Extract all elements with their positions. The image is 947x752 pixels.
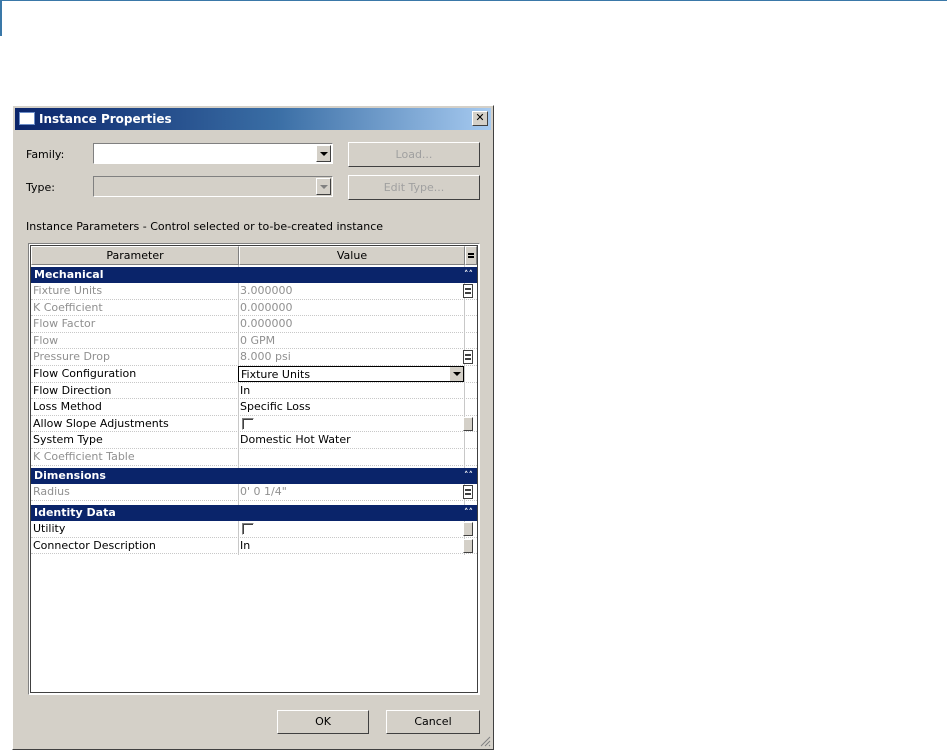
collapse-icon[interactable]: ˄˄ [464,267,473,283]
type-label: Type: [26,181,55,194]
parameter-name: K Coefficient Table [33,450,135,463]
section-header-dimensions[interactable]: Dimensions ˄˄ [31,468,477,484]
parameter-name: Flow [33,333,59,347]
parameter-value: 0 GPM [240,333,276,347]
parameter-name: Connector Description [33,538,156,552]
grid-options-icon[interactable] [465,246,477,265]
parameter-name: Flow Direction [33,383,112,397]
properties-grid: Parameter Value Mechanical ˄˄ Fixture Un… [28,243,480,695]
formula-button-icon[interactable] [463,485,473,499]
close-button[interactable]: ✕ [472,111,488,126]
load-button[interactable]: Load... [348,142,480,167]
section-title: Identity Data [34,506,116,519]
collapse-icon[interactable]: ˄˄ [464,468,473,484]
parameter-column-header[interactable]: Parameter [31,246,239,265]
family-dropdown[interactable] [93,143,333,164]
parameter-name: K Coefficient [33,300,103,314]
page-top-rule [0,0,947,1]
window-icon [19,112,35,125]
section-title: Mechanical [34,268,104,281]
table-row[interactable]: Connector Description In [31,538,477,555]
section-header-mechanical[interactable]: Mechanical ˄˄ [31,267,477,283]
parameter-name: Allow Slope Adjustments [33,416,169,430]
parameter-name: Pressure Drop [33,350,110,364]
resize-grip-icon[interactable] [479,735,491,747]
family-label: Family: [26,148,65,161]
title-bar[interactable]: Instance Properties ✕ [15,108,491,130]
collapse-icon[interactable]: ˄˄ [464,505,473,521]
row-button[interactable] [463,522,473,536]
page-left-rule [0,0,2,36]
chevron-down-icon[interactable] [316,178,331,195]
properties-grid-body: Parameter Value Mechanical ˄˄ Fixture Un… [30,245,478,693]
parameter-value: 0.000000 [240,300,293,314]
table-row[interactable]: System Type Domestic Hot Water [31,432,477,449]
row-button[interactable] [463,538,473,553]
flow-configuration-dropdown[interactable]: Fixture Units [238,366,464,382]
utility-checkbox[interactable] [242,523,254,535]
table-row[interactable]: K Coefficient Table [31,449,477,466]
parameter-value[interactable]: Specific Loss [240,400,310,413]
type-dropdown[interactable] [93,176,333,197]
table-row[interactable]: Fixture Units 3.000000 [31,283,477,300]
parameter-value: 0' 0 1/4" [240,485,287,498]
parameter-value: Fixture Units [241,368,311,381]
parameter-value[interactable]: In [240,384,250,397]
cancel-button[interactable]: Cancel [386,710,480,734]
parameter-name: System Type [33,433,103,447]
parameter-value[interactable]: Domestic Hot Water [240,433,351,446]
row-button[interactable] [463,416,473,431]
instance-parameters-caption: Instance Parameters - Control selected o… [26,220,384,233]
chevron-down-icon[interactable] [316,145,331,162]
table-row[interactable]: Loss Method Specific Loss [31,399,477,416]
parameter-value[interactable]: In [240,539,250,552]
parameter-name: Radius [33,485,70,498]
section-header-identity-data[interactable]: Identity Data ˄˄ [31,505,477,521]
parameter-name: Flow Configuration [33,367,137,380]
parameter-value: 0.000000 [240,317,293,331]
table-row[interactable]: Flow Direction In [31,383,477,400]
edit-type-button[interactable]: Edit Type... [348,175,480,200]
table-row[interactable]: Pressure Drop 8.000 psi [31,349,477,366]
table-row[interactable]: Flow Configuration Fixture Units [31,366,477,383]
parameter-value: 3.000000 [240,284,293,297]
parameter-value: 8.000 psi [240,350,291,364]
equals-icon [468,253,474,258]
value-column-header[interactable]: Value [239,246,465,265]
parameter-name: Fixture Units [33,284,103,297]
parameter-name: Utility [33,522,66,535]
table-row[interactable]: Utility [31,521,477,538]
formula-button-icon[interactable] [463,350,473,365]
table-row[interactable]: Radius 0' 0 1/4" [31,484,477,501]
table-row[interactable]: Allow Slope Adjustments [31,416,477,433]
window-title: Instance Properties [39,112,172,126]
instance-properties-dialog: Instance Properties ✕ Family: Load... Ty… [12,105,494,750]
formula-button-icon[interactable] [463,284,473,298]
table-row[interactable]: Flow 0 GPM [31,333,477,350]
parameter-name: Flow Factor [33,317,96,331]
parameter-name: Loss Method [33,400,102,414]
chevron-down-icon[interactable] [449,367,463,381]
table-row[interactable]: K Coefficient 0.000000 [31,300,477,317]
table-row[interactable]: Flow Factor 0.000000 [31,316,477,333]
ok-button[interactable]: OK [277,710,369,734]
section-title: Dimensions [34,469,106,482]
allow-slope-adjustments-checkbox[interactable] [242,417,254,430]
